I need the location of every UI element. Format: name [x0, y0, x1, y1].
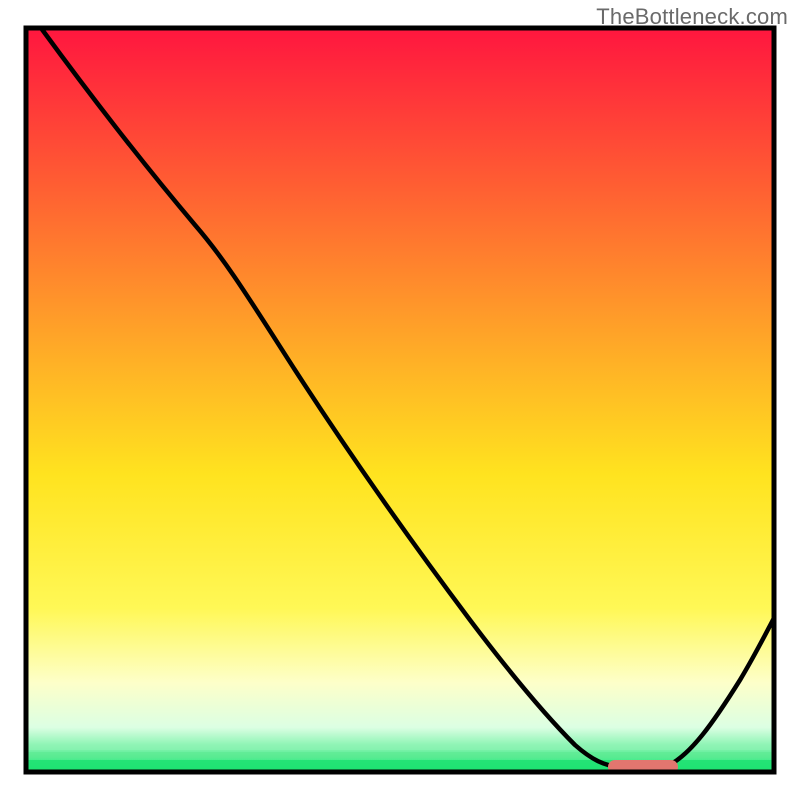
band-1	[26, 744, 774, 750]
bottleneck-chart	[0, 0, 800, 800]
watermark-label: TheBottleneck.com	[596, 4, 788, 30]
gradient-fill	[26, 28, 774, 772]
band-2	[26, 752, 774, 758]
plot-area	[26, 28, 774, 774]
chart-stage: TheBottleneck.com	[0, 0, 800, 800]
